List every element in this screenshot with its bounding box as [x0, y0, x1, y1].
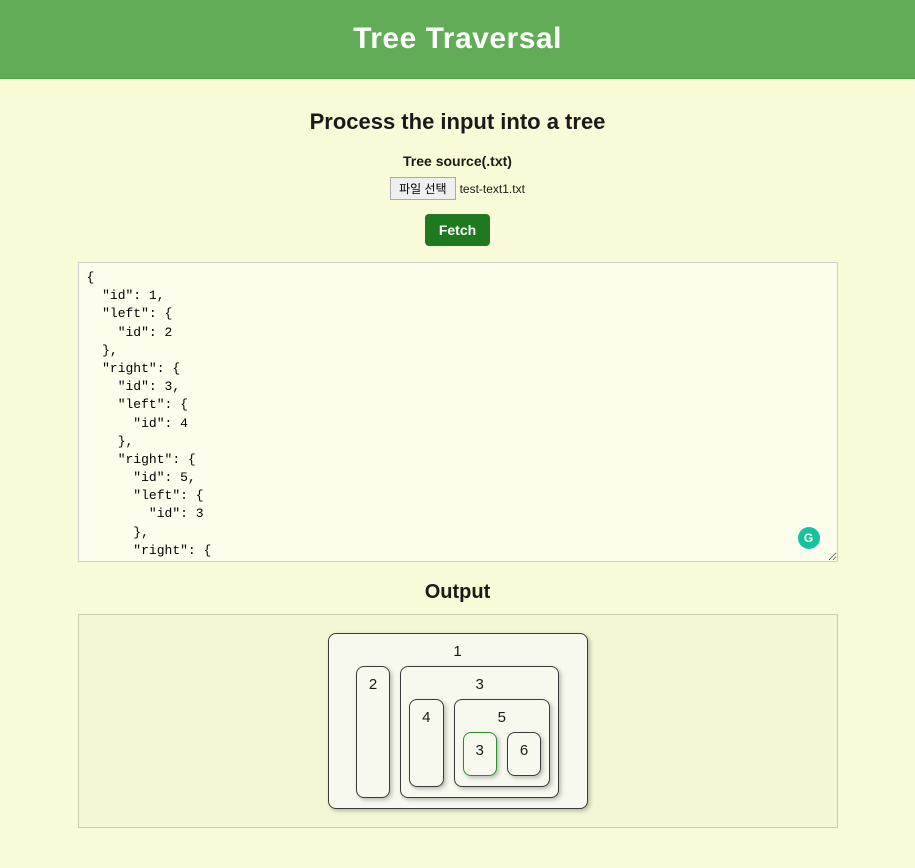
- tree-node-label: 4: [418, 706, 434, 732]
- tree-node-left: 4: [409, 699, 443, 787]
- tree-children: 2 3 4 5 3: [356, 666, 559, 798]
- output-heading: Output: [78, 581, 838, 604]
- file-label: Tree source(.txt): [78, 153, 838, 169]
- tree-children: 3 6: [463, 732, 542, 776]
- fetch-button[interactable]: Fetch: [425, 214, 490, 246]
- tree-node-right: 5 3 6: [454, 699, 551, 787]
- tree-node-right: 6: [507, 732, 541, 776]
- tree-node-label: 2: [365, 673, 381, 699]
- tree-node-label: 3: [409, 673, 550, 699]
- json-textarea-wrap: G: [78, 262, 838, 567]
- main-content: Process the input into a tree Tree sourc…: [78, 79, 838, 868]
- app-header: Tree Traversal: [0, 0, 915, 79]
- json-textarea[interactable]: [78, 262, 838, 562]
- grammarly-icon[interactable]: G: [798, 527, 820, 549]
- file-input-row: 파일 선택 test-text1.txt: [390, 177, 525, 200]
- subheading: Process the input into a tree: [78, 109, 838, 135]
- tree-node-left: 2: [356, 666, 390, 798]
- tree-node-label: 5: [463, 706, 542, 732]
- tree-node-label: 3: [472, 739, 488, 765]
- file-selected-name: test-text1.txt: [460, 182, 525, 196]
- tree-node-right: 3 4 5 3 6: [400, 666, 559, 798]
- tree-node-cycle: 3: [463, 732, 497, 776]
- tree-children: 4 5 3 6: [409, 699, 550, 787]
- file-choose-button[interactable]: 파일 선택: [390, 177, 456, 200]
- tree-node-label: 1: [337, 640, 579, 666]
- output-panel: 1 2 3 4 5 3: [78, 614, 838, 828]
- tree-node-root: 1 2 3 4 5 3: [328, 633, 588, 809]
- tree-node-label: 6: [516, 739, 532, 765]
- page-title: Tree Traversal: [0, 22, 915, 56]
